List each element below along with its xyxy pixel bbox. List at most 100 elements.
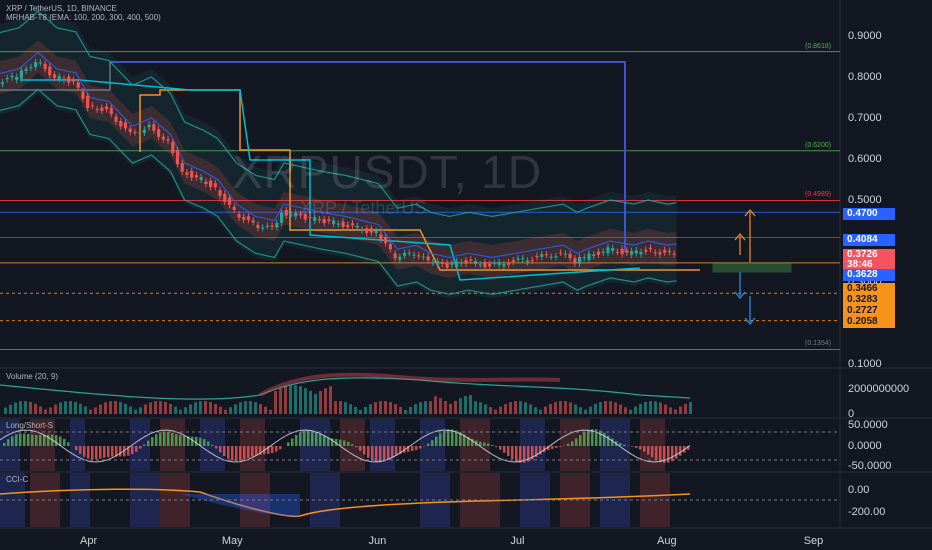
volume-bar [589, 406, 592, 414]
candle-body [417, 255, 421, 257]
target-box [712, 262, 792, 273]
volume-bar [9, 404, 12, 414]
candle-body [90, 105, 94, 107]
price-axis-tick: 0.1000 [848, 358, 882, 370]
volume-bar [464, 396, 467, 414]
osc-bar [15, 434, 18, 446]
candle-body [436, 261, 440, 265]
candle-body [667, 250, 672, 253]
candle-body [544, 254, 549, 256]
volume-bar [504, 404, 507, 414]
candle-body [388, 243, 392, 250]
price-tag: 0.4084 [843, 234, 895, 246]
volume-bar [124, 403, 127, 414]
candle-body [355, 225, 359, 228]
candle-body [530, 259, 534, 261]
candle-body [573, 258, 577, 264]
candle-body [412, 254, 416, 256]
volume-bar [19, 401, 22, 414]
candle-body [5, 78, 9, 80]
volume-bar [414, 404, 417, 414]
candle-body [317, 219, 322, 221]
candle-body [592, 254, 596, 257]
volume-bar [609, 401, 612, 414]
volume-bar [64, 401, 67, 414]
volume-bar [34, 403, 37, 414]
volume-bar [394, 404, 397, 414]
candle-body [119, 121, 123, 127]
volume-bar [599, 402, 602, 414]
candle-body [629, 251, 634, 255]
osc-bar [647, 446, 650, 455]
volume-bar [614, 402, 617, 414]
osc-bar [163, 431, 166, 446]
candle-body [29, 67, 33, 69]
volume-bar [294, 385, 297, 414]
osc-bar [235, 446, 238, 462]
volume-bar [674, 409, 677, 414]
osc-bar [559, 446, 562, 447]
volume-bar [304, 388, 307, 414]
candle-body [171, 141, 175, 154]
candle-body [10, 75, 14, 78]
cci-axis-tick: 0.00 [848, 484, 870, 496]
osc-bar [39, 435, 42, 446]
osc-shade [70, 419, 85, 471]
candle-body [341, 221, 345, 227]
candle-body [473, 260, 478, 264]
osc-bar [111, 446, 114, 457]
volume-bar [219, 406, 222, 414]
price-tag: 0.4700 [843, 208, 895, 220]
volume-bar [439, 398, 442, 414]
volume-bar [389, 402, 392, 414]
candle-body [57, 76, 61, 80]
osc-bar [419, 446, 422, 449]
candle-body [469, 259, 473, 261]
volume-bar [479, 402, 482, 414]
volume-bar [259, 404, 262, 414]
candle-body [76, 82, 80, 88]
volume-bar [84, 406, 87, 414]
candle-body [34, 61, 38, 68]
candle-body [459, 262, 463, 264]
osc-bar [415, 446, 418, 450]
candle-body [114, 116, 118, 122]
osc-bar [351, 444, 354, 446]
candle-body [601, 251, 605, 253]
candle-body [454, 261, 459, 268]
candle-body [185, 172, 189, 175]
osc-bar [643, 446, 646, 452]
volume-bar [564, 401, 567, 414]
osc-axis-tick: -50.0000 [848, 460, 892, 472]
volume-bar [444, 401, 447, 414]
volume-bar [199, 401, 202, 414]
volume-bar [644, 401, 647, 414]
candle-body [19, 70, 24, 79]
osc-bar [135, 446, 138, 452]
candle-body [331, 220, 336, 224]
osc-bar [279, 446, 282, 450]
volume-bar [544, 406, 547, 414]
candle-body [336, 223, 340, 225]
fib-label: (0.8618) [805, 42, 832, 50]
osc-bar [67, 442, 70, 446]
osc-bar [483, 442, 486, 446]
candle-body [218, 190, 222, 196]
osc-bar [95, 446, 98, 460]
candle-body [166, 139, 170, 141]
candle-body [577, 257, 582, 264]
volume-bar [354, 406, 357, 414]
indicator-title: MRHAB-T8 (EMA: 100, 200, 300, 400, 500) [6, 13, 161, 22]
osc-bar [507, 446, 510, 457]
osc-bar [251, 446, 254, 457]
candle-body [294, 212, 298, 217]
volume-bar [189, 404, 192, 414]
candle-body [516, 258, 520, 260]
candle-body [232, 206, 236, 210]
volume-bar [409, 406, 412, 414]
candle-body [431, 261, 435, 263]
volume-bar [249, 401, 252, 414]
osc-bar [215, 446, 218, 449]
candle-body [289, 214, 293, 216]
candle-body [521, 258, 525, 260]
